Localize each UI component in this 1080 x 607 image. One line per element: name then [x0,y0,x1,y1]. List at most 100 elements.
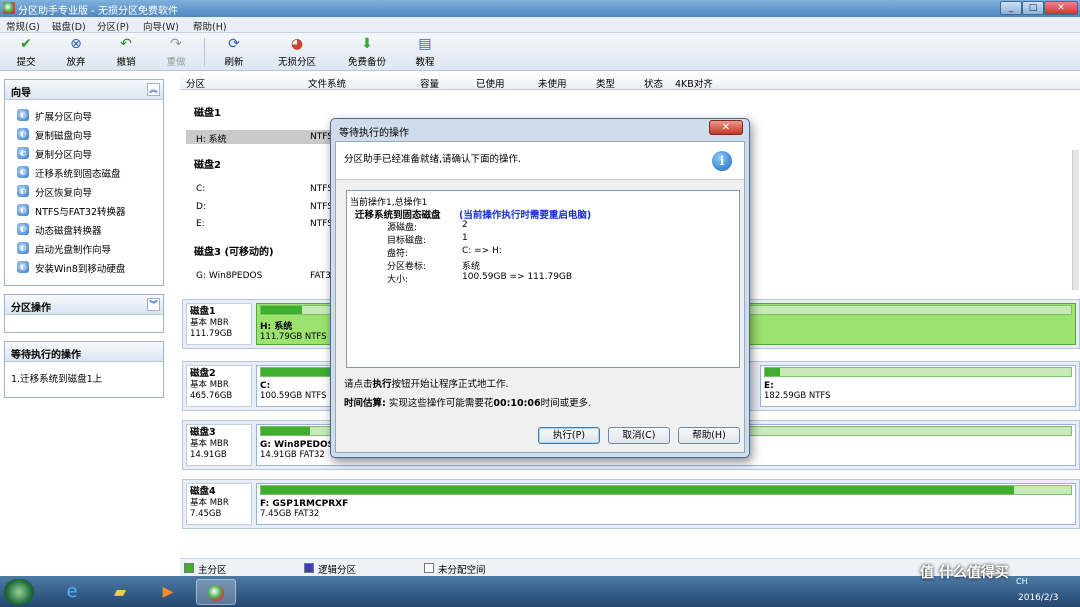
detail-value: 1 [462,233,468,243]
wizard-item-copy-disk[interactable]: ◐ 复制磁盘向导 [5,125,163,144]
wizard-icon: ◐ [17,147,29,159]
col-capacity[interactable]: 容量 [420,76,439,90]
clock-date: 2016/2/3 [1018,593,1059,603]
legend-swatch [184,563,194,573]
disk-info: 磁盘4 基本 MBR 7.45GB [186,483,252,525]
toolbar-separator [204,38,205,66]
free-backup-button[interactable]: ⬇ 免费备份 [345,36,389,68]
disk-map-row[interactable]: 磁盘4 基本 MBR 7.45GB F: GSP1RMCPRXF 7.45GB FAT… [182,479,1080,529]
lossless-partition-button[interactable]: ◕ 无损分区 [275,36,319,68]
detail-key: 目标磁盘: [387,236,427,246]
dialog-title: 等待执行的操作 [339,128,409,139]
info-icon: i [712,151,732,171]
scrollbar[interactable] [1072,150,1079,290]
menu-partition[interactable]: 分区(P) [97,19,129,33]
wizard-icon: ◐ [17,109,29,121]
col-status[interactable]: 状态 [644,76,663,90]
wizard-icon: ◐ [17,166,29,178]
tutorial-button[interactable]: ▤ 教程 [410,36,440,68]
menu-help[interactable]: 帮助(H) [193,19,227,33]
wizard-panel: 向导 ︽ ◐ 扩展分区向导 ◐ 复制磁盘向导 ◐ 复制分区向导 ◐ 迁移系统到固态磁盘 ◐… [4,79,164,286]
menu-wizard[interactable]: 向导(W) [143,19,179,33]
dialog-close-button[interactable]: ✕ [709,120,743,135]
undo-icon: ↶ [120,36,132,52]
submit-button[interactable]: ✔ 提交 [10,36,42,68]
app-icon [3,2,15,14]
time-estimate: 时间估算: 实现这些操作可能需要花00:10:06时间或更多. [344,398,592,409]
minimize-button[interactable]: _ [1000,1,1022,15]
undo-button[interactable]: ↶ 撤销 [110,36,142,68]
start-button[interactable] [4,579,34,605]
usage-bar [260,485,1072,495]
detail-value: 2 [462,220,468,230]
col-type[interactable]: 类型 [596,76,615,90]
op-note: (当前操作执行时需要重启电脑) [459,210,592,221]
wizard-item-recovery[interactable]: ◐ 分区恢复向导 [5,182,163,201]
title-bar: 分区助手专业版 - 无损分区免费软件 _ □ ✕ [0,0,1080,17]
wizard-item-win8-to-go[interactable]: ◐ 安装Win8到移动硬盘 [5,258,163,277]
pending-panel: 等待执行的操作 1.迁移系统到磁盘1上 [4,341,164,398]
col-partition[interactable]: 分区 [186,76,205,90]
ie-icon[interactable]: e [52,579,92,605]
table-row[interactable]: G: Win8PEDOS FAT32 [186,269,337,283]
col-filesystem[interactable]: 文件系统 [308,76,346,90]
legend-swatch [304,563,314,573]
discard-icon: ⊗ [70,36,82,52]
detail-value: 100.59GB => 111.79GB [462,272,573,282]
wizard-icon: ◐ [17,128,29,140]
menu-disk[interactable]: 磁盘(D) [52,19,86,33]
discard-button[interactable]: ⊗ 放弃 [60,36,92,68]
wizard-icon: ◐ [17,204,29,216]
legend-swatch [424,563,434,573]
collapse-icon[interactable]: ︽ [147,83,160,96]
wizard-item-extend[interactable]: ◐ 扩展分区向导 [5,106,163,125]
disk-info: 磁盘2 基本 MBR 465.76GB [186,365,252,407]
pie-chart-icon: ◕ [290,36,304,52]
partition-ops-header: 分区操作 ︾ [5,295,163,315]
menu-bar: 常规(G) 磁盘(D) 分区(P) 向导(W) 帮助(H) [0,17,1080,33]
partition-block[interactable]: F: GSP1RMCPRXF 7.45GB FAT32 [256,483,1076,525]
menu-general[interactable]: 常规(G) [6,19,40,33]
table-row[interactable]: D: NTFS [186,200,333,214]
backup-icon: ⬇ [361,36,373,52]
wizard-item-copy-partition[interactable]: ◐ 复制分区向导 [5,144,163,163]
watermark: 值 什么值得买 [920,565,1009,581]
language-indicator[interactable]: CH [1016,577,1028,586]
pending-item[interactable]: 1.迁移系统到磁盘1上 [5,362,163,394]
disk-label: 磁盘1 [194,108,221,119]
table-row[interactable]: H: 系统 NTFS [186,130,336,145]
book-icon: ▤ [418,36,432,52]
checkmark-icon: ✔ [20,36,32,52]
pending-operations-dialog: 等待执行的操作 ✕ 分区助手已经准备就绪,请确认下面的操作. i 当前操作1,总… [330,118,750,458]
op-title: 迁移系统到固态磁盘 [355,210,441,221]
wizard-icon: ◐ [17,185,29,197]
partition-list-header: 分区 文件系统 容量 已使用 未使用 类型 状态 4KB对齐 [180,73,1080,90]
col-used[interactable]: 已使用 [476,76,505,90]
help-button[interactable]: 帮助(H) [678,427,740,444]
wizard-item-boot-disc[interactable]: ◐ 启动光盘制作向导 [5,239,163,258]
detail-key: 源磁盘: [387,223,418,233]
table-row[interactable]: E: NTFS [186,217,333,231]
wizard-icon: ◐ [17,223,29,235]
close-button[interactable]: ✕ [1044,1,1078,15]
execute-button[interactable]: 执行(P) [538,427,600,444]
partition-assistant-task[interactable] [196,579,236,605]
detail-key: 大小: [387,275,409,285]
wizard-item-dynamic-disk[interactable]: ◐ 动态磁盘转换器 [5,220,163,239]
refresh-button[interactable]: ⟳ 刷新 [218,36,250,68]
col-unused[interactable]: 未使用 [538,76,567,90]
wizard-icon: ◐ [17,242,29,254]
wizard-item-migrate-ssd[interactable]: ◐ 迁移系统到固态磁盘 [5,163,163,182]
taskbar: e ▰ ▶ CH 值 什么值得买 2016/2/3 [0,565,1080,607]
folder-icon[interactable]: ▰ [100,579,140,605]
col-4k-align[interactable]: 4KB对齐 [675,76,713,90]
expand-icon[interactable]: ︾ [147,298,160,311]
cancel-button[interactable]: 取消(C) [608,427,670,444]
pending-header: 等待执行的操作 [5,342,163,362]
wizard-item-ntfs-fat32[interactable]: ◐ NTFS与FAT32转换器 [5,201,163,220]
redo-button[interactable]: ↷ 重做 [160,36,192,68]
maximize-button[interactable]: □ [1022,1,1044,15]
table-row[interactable]: C: NTFS [186,182,333,196]
media-player-icon[interactable]: ▶ [148,579,188,605]
partition-block[interactable]: E: 182.59GB NTFS [760,365,1076,407]
